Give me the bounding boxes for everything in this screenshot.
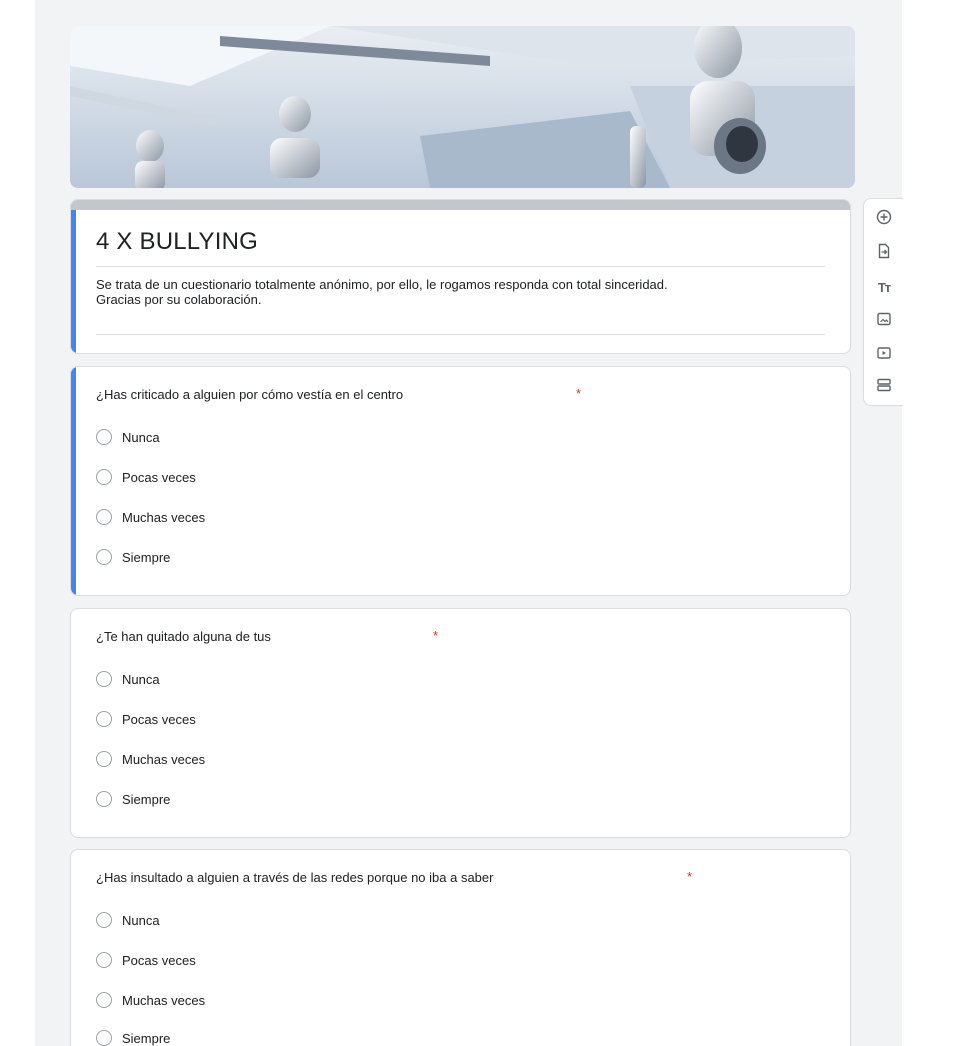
- header-illustration: [70, 26, 855, 188]
- option-label: Siempre: [122, 549, 171, 565]
- radio-option[interactable]: Pocas veces: [96, 950, 196, 970]
- radio-button[interactable]: [96, 1030, 112, 1046]
- question-text[interactable]: ¿Has insultado a alguien a través de las…: [96, 870, 493, 885]
- radio-option[interactable]: Siempre: [96, 1028, 170, 1046]
- add-title-icon: Tт: [877, 279, 891, 295]
- radio-option[interactable]: Pocas veces: [96, 709, 196, 729]
- option-label: Pocas veces: [122, 469, 196, 485]
- option-label: Pocas veces: [122, 952, 196, 968]
- required-asterisk: *: [433, 628, 439, 643]
- radio-button[interactable]: [96, 751, 112, 767]
- floating-toolbar: Tт: [863, 198, 903, 406]
- radio-option[interactable]: Muchas veces: [96, 749, 205, 769]
- add-image-icon: [876, 311, 892, 332]
- add-title-button[interactable]: Tт: [874, 277, 894, 297]
- title-card-top-bar: [71, 200, 850, 210]
- form-description-line: Se trata de un cuestionario totalmente a…: [96, 277, 668, 292]
- form-header-image: [70, 26, 855, 188]
- radio-button[interactable]: [96, 992, 112, 1008]
- option-label: Siempre: [122, 1030, 171, 1046]
- add-video-icon: [876, 345, 892, 366]
- radio-button[interactable]: [96, 791, 112, 807]
- option-label: Nunca: [122, 429, 160, 445]
- radio-option[interactable]: Nunca: [96, 910, 160, 930]
- add-video-button[interactable]: [874, 345, 894, 365]
- radio-option[interactable]: Siempre: [96, 547, 170, 567]
- radio-button[interactable]: [96, 469, 112, 485]
- radio-button[interactable]: [96, 549, 112, 565]
- add-image-button[interactable]: [874, 311, 894, 331]
- question-card[interactable]: ¿Te han quitado alguna de tus * Nunca Po…: [70, 608, 851, 838]
- question-text[interactable]: ¿Has criticado a alguien por cómo vestía…: [96, 387, 403, 402]
- radio-option[interactable]: Muchas veces: [96, 507, 205, 527]
- form-title-card[interactable]: 4 X BULLYING Se trata de un cuestionario…: [70, 199, 851, 354]
- add-section-button[interactable]: [874, 377, 894, 397]
- radio-option[interactable]: Pocas veces: [96, 467, 196, 487]
- radio-button[interactable]: [96, 952, 112, 968]
- radio-button[interactable]: [96, 671, 112, 687]
- add-section-icon: [876, 377, 892, 398]
- title-divider: [96, 266, 825, 267]
- question-text[interactable]: ¿Te han quitado alguna de tus: [96, 629, 271, 644]
- option-label: Muchas veces: [122, 751, 206, 767]
- question-focus-bar: [71, 367, 76, 595]
- radio-option[interactable]: Muchas veces: [96, 990, 205, 1010]
- required-asterisk: *: [576, 386, 582, 401]
- title-card-focus-bar: [71, 210, 76, 353]
- radio-button[interactable]: [96, 711, 112, 727]
- import-questions-button[interactable]: [874, 243, 894, 263]
- question-card[interactable]: ¿Has insultado a alguien a través de las…: [70, 849, 851, 1046]
- form-title[interactable]: 4 X BULLYING: [96, 228, 258, 256]
- option-label: Nunca: [122, 671, 160, 687]
- option-label: Muchas veces: [122, 992, 206, 1008]
- option-label: Muchas veces: [122, 509, 206, 525]
- add-question-button[interactable]: [874, 209, 894, 229]
- radio-button[interactable]: [96, 429, 112, 445]
- question-card[interactable]: ¿Has criticado a alguien por cómo vestía…: [70, 366, 851, 596]
- description-divider: [96, 334, 825, 335]
- option-label: Siempre: [122, 791, 171, 807]
- form-description[interactable]: Se trata de un cuestionario totalmente a…: [96, 277, 831, 307]
- radio-option[interactable]: Siempre: [96, 789, 170, 809]
- add-question-icon: [876, 209, 892, 230]
- option-label: Nunca: [122, 912, 160, 928]
- form-description-line: Gracias por su colaboración.: [96, 292, 262, 307]
- radio-button[interactable]: [96, 509, 112, 525]
- option-label: Pocas veces: [122, 711, 196, 727]
- import-questions-icon: [876, 243, 892, 264]
- radio-option[interactable]: Nunca: [96, 427, 160, 447]
- radio-option[interactable]: Nunca: [96, 669, 160, 689]
- radio-button[interactable]: [96, 912, 112, 928]
- required-asterisk: *: [687, 869, 693, 884]
